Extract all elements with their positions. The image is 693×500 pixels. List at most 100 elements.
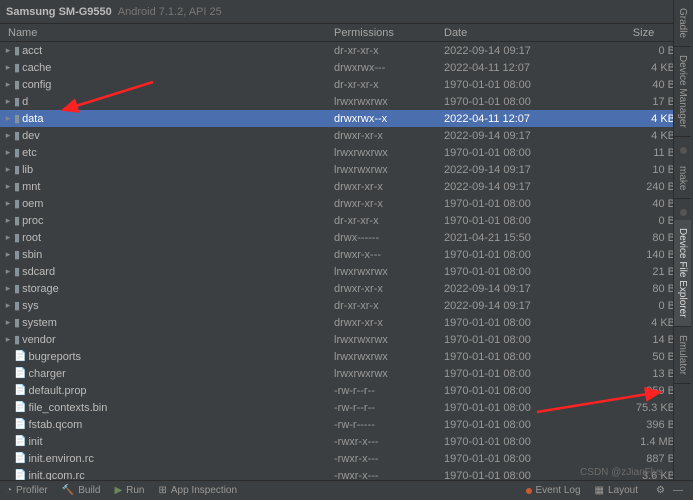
file-name: proc — [22, 215, 43, 227]
tree-row[interactable]: ▸▮sysdr-xr-xr-x2022-09-14 09:170 B — [0, 297, 693, 314]
expand-icon[interactable]: ▸ — [4, 113, 12, 124]
file-name: storage — [22, 283, 59, 295]
rail-devfile[interactable]: Device File Explorer — [674, 220, 691, 326]
tree-row[interactable]: ▸▮mntdrwxr-xr-x2022-09-14 09:17240 B — [0, 178, 693, 195]
file-icon: 📄 — [14, 385, 26, 396]
expand-icon[interactable]: ▸ — [4, 334, 12, 345]
profiler-button[interactable]: ◔Profiler — [6, 485, 48, 496]
tree-row[interactable]: ▸▮storagedrwxr-xr-x2022-09-14 09:1780 B — [0, 280, 693, 297]
perm-cell: -rw-r--r-- — [334, 402, 444, 414]
date-cell: 2022-04-11 12:07 — [444, 113, 594, 125]
tree-row[interactable]: ▸▮vendorlrwxrwxrwx1970-01-01 08:0014 B — [0, 331, 693, 348]
expand-icon[interactable]: ▸ — [4, 232, 12, 243]
perm-cell: drwxrwx--x — [334, 113, 444, 125]
folder-icon: ▮ — [14, 95, 20, 108]
rail-emulator[interactable]: Emulator — [674, 327, 691, 384]
file-icon: 📄 — [14, 453, 26, 464]
date-cell: 1970-01-01 08:00 — [444, 470, 594, 481]
date-cell: 1970-01-01 08:00 — [444, 215, 594, 227]
eventlog-button[interactable]: Event Log — [526, 485, 581, 496]
tree-row[interactable]: ▸▮liblrwxrwxrwx2022-09-14 09:1710 B — [0, 161, 693, 178]
col-date[interactable]: Date — [444, 27, 594, 39]
footer-bar: ◔Profiler 🔨Build ▶Run ⊞App Inspection Ev… — [0, 480, 693, 500]
folder-icon: ▮ — [14, 61, 20, 74]
expand-icon[interactable]: ▸ — [4, 317, 12, 328]
layout-button[interactable]: ▦Layout — [595, 485, 638, 496]
tree-row[interactable]: 📄init.environ.rc-rwxr-x---1970-01-01 08:… — [0, 450, 693, 467]
tree-row[interactable]: ▸▮rootdrwx------2021-04-21 15:5080 B — [0, 229, 693, 246]
perm-cell: lrwxrwxrwx — [334, 266, 444, 278]
tree-row[interactable]: ▸▮systemdrwxr-xr-x1970-01-01 08:004 KB — [0, 314, 693, 331]
expand-icon[interactable]: ▸ — [4, 300, 12, 311]
tree-row[interactable]: ▸▮datadrwxrwx--x2022-04-11 12:074 KB — [0, 110, 693, 127]
folder-icon: ▮ — [14, 44, 20, 57]
expand-icon[interactable]: ▸ — [4, 45, 12, 56]
expand-icon[interactable]: ▸ — [4, 147, 12, 158]
col-name[interactable]: Name — [0, 27, 334, 39]
tree-row[interactable]: ▸▮devdrwxr-xr-x2022-09-14 09:174 KB — [0, 127, 693, 144]
perm-cell: -rwxr-x--- — [334, 470, 444, 481]
expand-icon[interactable]: ▸ — [4, 62, 12, 73]
date-cell: 1970-01-01 08:00 — [444, 402, 594, 414]
folder-icon: ▮ — [14, 265, 20, 278]
perm-cell: drwxr-xr-x — [334, 130, 444, 142]
tree-row[interactable]: ▸▮acctdr-xr-xr-x2022-09-14 09:170 B — [0, 42, 693, 59]
perm-cell: drwxr-xr-x — [334, 317, 444, 329]
expand-icon[interactable]: ▸ — [4, 266, 12, 277]
rail-gradle[interactable]: Gradle — [674, 0, 691, 47]
tree-row[interactable]: ▸▮configdr-xr-xr-x1970-01-01 08:0040 B — [0, 76, 693, 93]
file-name: d — [22, 96, 28, 108]
file-name: bugreports — [28, 351, 81, 363]
rail-make[interactable]: make — [674, 158, 691, 199]
tree-row[interactable]: 📄fstab.qcom-rw-r-----1970-01-01 08:00396… — [0, 416, 693, 433]
expand-icon[interactable]: ▸ — [4, 283, 12, 294]
perm-cell: -rw-r--r-- — [334, 385, 444, 397]
rail-devicemgr[interactable]: Device Manager — [674, 47, 691, 137]
expand-icon[interactable]: ▸ — [4, 164, 12, 175]
tree-row[interactable]: 📄init-rwxr-x---1970-01-01 08:001.4 MB — [0, 433, 693, 450]
tree-row[interactable]: 📄chargerlrwxrwxrwx1970-01-01 08:0013 B — [0, 365, 693, 382]
perm-cell: dr-xr-xr-x — [334, 79, 444, 91]
file-name: oem — [22, 198, 43, 210]
run-button[interactable]: ▶Run — [114, 485, 144, 496]
date-cell: 2022-09-14 09:17 — [444, 181, 594, 193]
build-button[interactable]: 🔨Build — [62, 485, 101, 496]
date-cell: 1970-01-01 08:00 — [444, 436, 594, 448]
file-tree[interactable]: ▸▮acctdr-xr-xr-x2022-09-14 09:170 B▸▮cac… — [0, 42, 693, 480]
inspect-button[interactable]: ⊞App Inspection — [159, 485, 238, 496]
expand-icon[interactable]: ▸ — [4, 96, 12, 107]
date-cell: 2022-09-14 09:17 — [444, 283, 594, 295]
perm-cell: dr-xr-xr-x — [334, 300, 444, 312]
perm-cell: -rwxr-x--- — [334, 436, 444, 448]
tree-row[interactable]: 📄file_contexts.bin-rw-r--r--1970-01-01 0… — [0, 399, 693, 416]
gear-icon[interactable]: ⚙ — [656, 485, 665, 496]
expand-icon[interactable]: ▸ — [4, 130, 12, 141]
tree-row[interactable]: ▸▮dlrwxrwxrwx1970-01-01 08:0017 B — [0, 93, 693, 110]
folder-icon: ▮ — [14, 146, 20, 159]
expand-icon[interactable]: ▸ — [4, 249, 12, 260]
file-icon: 📄 — [14, 419, 26, 430]
expand-icon[interactable]: ▸ — [4, 79, 12, 90]
expand-icon[interactable]: ▸ — [4, 215, 12, 226]
layout-icon: ▦ — [595, 485, 604, 496]
tree-row[interactable]: ▸▮etclrwxrwxrwx1970-01-01 08:0011 B — [0, 144, 693, 161]
hide-icon[interactable]: — — [673, 485, 683, 496]
tree-row[interactable]: ▸▮cachedrwxrwx---2022-04-11 12:074 KB — [0, 59, 693, 76]
date-cell: 1970-01-01 08:00 — [444, 351, 594, 363]
tree-row[interactable]: ▸▮procdr-xr-xr-x1970-01-01 08:000 B — [0, 212, 693, 229]
expand-icon[interactable]: ▸ — [4, 198, 12, 209]
date-cell: 1970-01-01 08:00 — [444, 198, 594, 210]
tree-row[interactable]: 📄bugreportslrwxrwxrwx1970-01-01 08:0050 … — [0, 348, 693, 365]
file-name: file_contexts.bin — [28, 402, 107, 414]
col-perm[interactable]: Permissions — [334, 27, 444, 39]
tree-row[interactable]: ▸▮sdcardlrwxrwxrwx1970-01-01 08:0021 B — [0, 263, 693, 280]
date-cell: 1970-01-01 08:00 — [444, 266, 594, 278]
folder-icon: ▮ — [14, 333, 20, 346]
tree-row[interactable]: ▸▮oemdrwxr-xr-x1970-01-01 08:0040 B — [0, 195, 693, 212]
date-cell: 1970-01-01 08:00 — [444, 385, 594, 397]
expand-icon[interactable]: ▸ — [4, 181, 12, 192]
tree-row[interactable]: ▸▮sbindrwxr-x---1970-01-01 08:00140 B — [0, 246, 693, 263]
file-name: etc — [22, 147, 37, 159]
file-icon: 📄 — [14, 368, 26, 379]
tree-row[interactable]: 📄default.prop-rw-r--r--1970-01-01 08:009… — [0, 382, 693, 399]
